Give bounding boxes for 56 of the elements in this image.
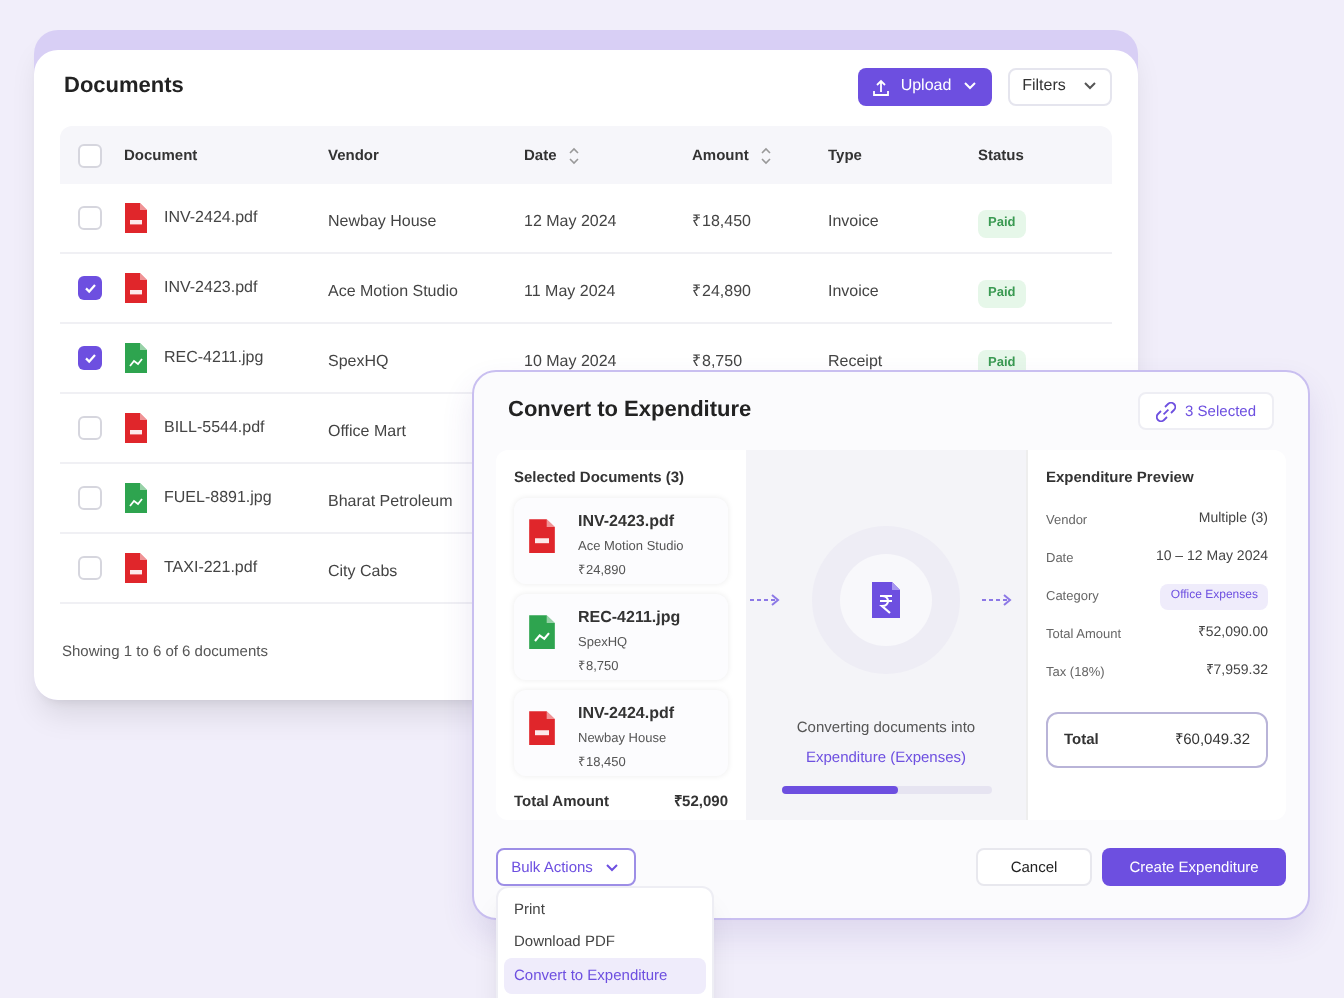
table-cell: Newbay House [328, 212, 437, 230]
table-cell: 10 May 2024 [524, 352, 617, 370]
table-cell: Bharat Petroleum [328, 492, 453, 510]
dialog-title: Convert to Expenditure [506, 396, 752, 427]
chevron-down-icon [604, 859, 621, 875]
sort-icon [566, 145, 583, 165]
chevron-down-icon [1081, 78, 1098, 94]
file-name: INV-2423.pdf [164, 276, 258, 300]
table-cell: Receipt [828, 352, 883, 370]
checkbox[interactable] [78, 346, 102, 370]
image-file-icon [124, 482, 148, 514]
dashed-arrow [750, 592, 782, 608]
check-icon [82, 280, 98, 296]
file-name: REC-4211.jpg [164, 346, 264, 370]
file-name: INV-2424.pdf [164, 206, 258, 230]
table-cell: SpexHQ [328, 352, 389, 370]
upload-button[interactable]: Upload [858, 67, 992, 105]
checkbox[interactable] [78, 556, 102, 580]
file-name: BILL-5544.pdf [164, 416, 265, 440]
check-icon [82, 350, 98, 366]
checkbox[interactable] [78, 143, 102, 167]
table-cell: Office Mart [328, 422, 406, 440]
table-cell: 11 May 2024 [524, 282, 616, 300]
table-cell: Invoice [828, 282, 879, 300]
checkbox[interactable] [78, 276, 102, 300]
file-name: INV-2423.pdf [578, 510, 677, 534]
pdf-file-icon [528, 518, 556, 554]
link-icon [1155, 401, 1176, 421]
image-file-icon [124, 342, 148, 374]
table-cell: City Cabs [328, 562, 398, 580]
file-name: TAXI-221.pdf [164, 556, 258, 580]
table-cell: ₹8,750 [692, 352, 743, 370]
upload-icon [872, 77, 891, 95]
pdf-file-icon [528, 710, 556, 746]
file-name: INV-2424.pdf [578, 702, 675, 726]
pdf-file-icon [124, 552, 148, 584]
chevron-down-icon [961, 78, 978, 94]
checkbox[interactable] [78, 416, 102, 440]
image-file-icon [528, 614, 556, 650]
sort-icon [758, 145, 775, 165]
file-name: REC-4211.jpg [578, 606, 681, 630]
table-cell: Ace Motion Studio [328, 282, 458, 300]
table-cell: ₹18,450 [692, 212, 751, 230]
table-cell: 12 May 2024 [524, 212, 617, 230]
panel-title: Documents [62, 71, 184, 102]
checkbox[interactable] [78, 206, 102, 230]
rupee-document-icon [870, 580, 902, 620]
file-name: FUEL-8891.jpg [164, 486, 272, 510]
pdf-file-icon [124, 272, 148, 304]
pdf-file-icon [124, 412, 148, 444]
table-cell: Invoice [828, 212, 879, 230]
pdf-file-icon [124, 202, 148, 234]
checkbox[interactable] [78, 486, 102, 510]
filters-button[interactable]: Filters [1008, 67, 1112, 105]
dashed-arrow [982, 592, 1014, 608]
table-cell: ₹24,890 [692, 282, 751, 300]
